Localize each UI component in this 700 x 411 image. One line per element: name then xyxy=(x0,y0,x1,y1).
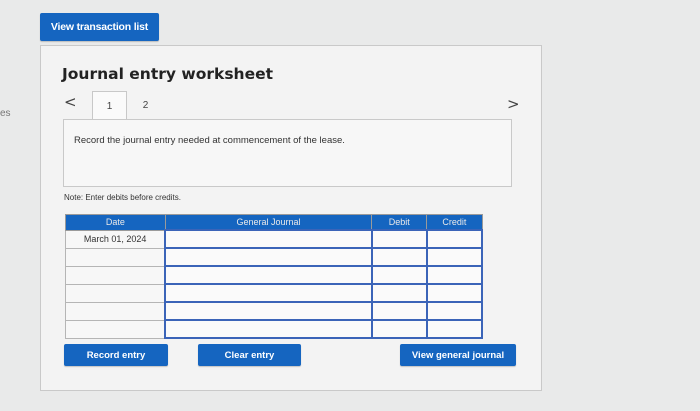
date-cell[interactable] xyxy=(65,301,166,321)
tab-2[interactable]: 2 xyxy=(129,91,162,119)
date-cell[interactable]: March 01, 2024 xyxy=(65,229,166,249)
table-row xyxy=(65,265,484,285)
credit-input-cell[interactable] xyxy=(425,319,484,339)
account-input-cell[interactable] xyxy=(164,247,373,267)
credit-input-cell[interactable] xyxy=(425,283,484,303)
account-input-cell[interactable] xyxy=(164,283,373,303)
date-cell[interactable] xyxy=(65,247,166,267)
view-general-journal-button[interactable]: View general journal xyxy=(400,344,516,366)
cut-off-text: es xyxy=(0,108,11,119)
table-row xyxy=(65,247,484,267)
column-header-date: Date xyxy=(65,214,166,231)
debit-input-cell[interactable] xyxy=(370,229,428,249)
record-entry-button[interactable]: Record entry xyxy=(64,344,168,366)
chevron-right-icon[interactable]: > xyxy=(507,95,520,113)
worksheet-title: Journal entry worksheet xyxy=(62,65,274,83)
credit-input-cell[interactable] xyxy=(425,301,484,321)
chevron-left-icon[interactable]: < xyxy=(64,93,77,111)
note-text: Note: Enter debits before credits. xyxy=(64,193,181,202)
table-row xyxy=(65,301,484,321)
column-header-debit: Debit xyxy=(371,214,428,231)
journal-entry-worksheet-panel: Journal entry worksheet < 1 2 > Record t… xyxy=(40,45,542,391)
debit-input-cell[interactable] xyxy=(370,283,428,303)
table-row xyxy=(65,319,484,339)
table-row: March 01, 2024 xyxy=(65,229,484,249)
table-header-row: Date General Journal Debit Credit xyxy=(65,214,483,231)
credit-input-cell[interactable] xyxy=(425,229,484,249)
account-input-cell[interactable] xyxy=(164,301,373,321)
debit-input-cell[interactable] xyxy=(370,301,428,321)
clear-entry-button[interactable]: Clear entry xyxy=(198,344,301,366)
date-cell[interactable] xyxy=(65,283,166,303)
instruction-text: Record the journal entry needed at comme… xyxy=(74,135,345,146)
date-cell[interactable] xyxy=(65,265,166,285)
debit-input-cell[interactable] xyxy=(370,319,428,339)
date-cell[interactable] xyxy=(65,319,166,339)
column-header-credit: Credit xyxy=(426,214,483,231)
account-input-cell[interactable] xyxy=(164,319,373,339)
debit-input-cell[interactable] xyxy=(370,247,428,267)
view-transaction-list-button[interactable]: View transaction list xyxy=(40,13,159,41)
account-input-cell[interactable] xyxy=(164,265,373,285)
account-input-cell[interactable] xyxy=(164,229,373,249)
credit-input-cell[interactable] xyxy=(425,265,484,285)
column-header-general-journal: General Journal xyxy=(164,214,373,231)
tab-1[interactable]: 1 xyxy=(92,91,127,121)
instruction-box: Record the journal entry needed at comme… xyxy=(63,119,512,187)
journal-table: Date General Journal Debit Credit March … xyxy=(65,214,484,339)
table-row xyxy=(65,283,484,303)
debit-input-cell[interactable] xyxy=(370,265,428,285)
credit-input-cell[interactable] xyxy=(425,247,484,267)
